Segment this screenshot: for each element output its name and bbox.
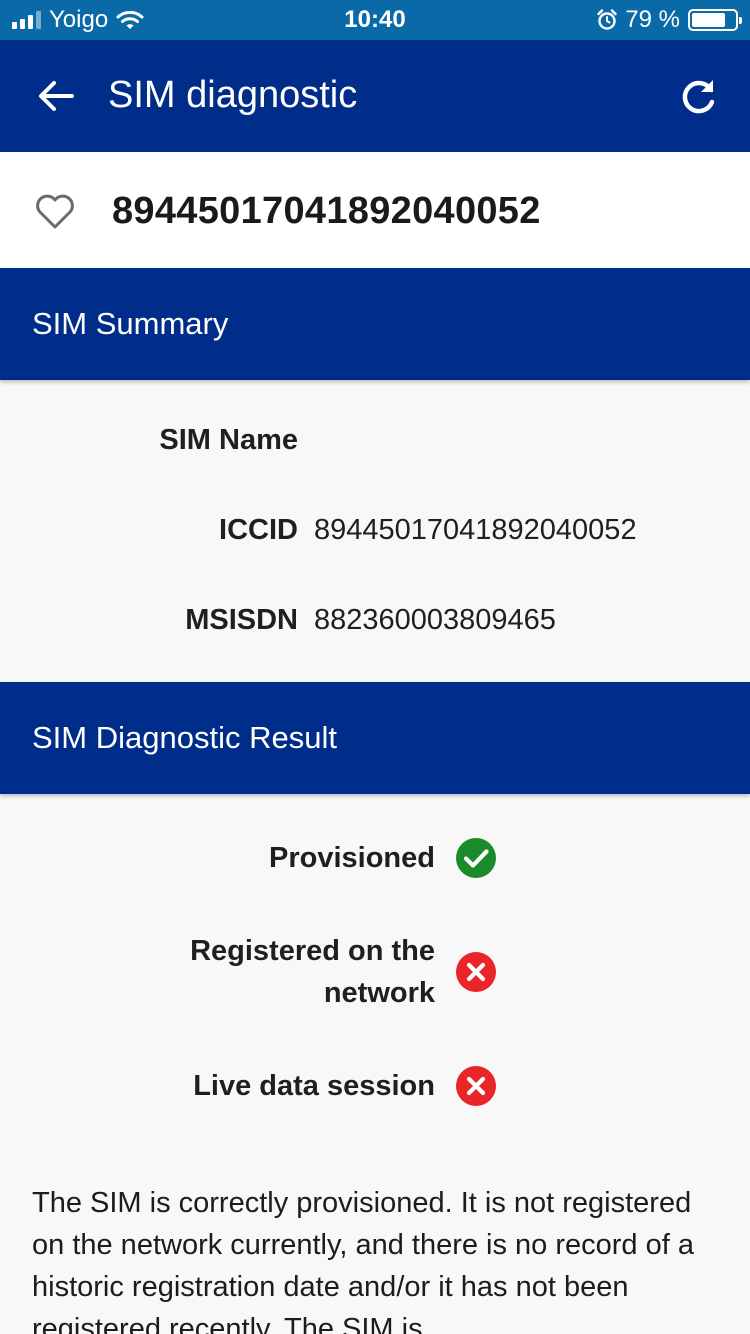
provisioned-label: Provisioned <box>269 842 435 874</box>
battery-icon <box>688 9 742 31</box>
iccid-value: 89445017041892040052 <box>314 514 637 546</box>
status-bar: Yoigo 10:40 79 % <box>0 0 750 40</box>
app-bar: SIM diagnostic <box>0 40 750 152</box>
sim-name-label: SIM Name <box>159 424 298 456</box>
alarm-icon <box>597 9 617 30</box>
heart-outline-icon[interactable] <box>32 188 78 234</box>
diagnostic-description: The SIM is correctly provisioned. It is … <box>32 1187 694 1334</box>
page-title: SIM diagnostic <box>108 74 358 116</box>
live-data-session-label: Live data session <box>193 1070 435 1102</box>
refresh-icon[interactable] <box>674 72 722 120</box>
sim-summary-header: SIM Summary <box>0 268 750 380</box>
check-circle-icon <box>456 838 496 878</box>
registered-label: Registered on the network <box>190 935 435 1009</box>
sim-summary-heading: SIM Summary <box>32 306 229 341</box>
sim-header: 89445017041892040052 <box>0 152 750 268</box>
msisdn-value: 882360003809465 <box>314 604 556 636</box>
iccid-label: ICCID <box>219 514 298 546</box>
diagnostic-result-header: SIM Diagnostic Result <box>0 682 750 794</box>
status-right: 79 % <box>597 6 742 34</box>
battery-level <box>692 13 725 27</box>
battery-percent: 79 % <box>625 6 680 33</box>
x-circle-icon <box>456 952 496 992</box>
msisdn-label: MSISDN <box>185 604 298 636</box>
x-circle-icon <box>456 1066 496 1106</box>
diagnostic-result-heading: SIM Diagnostic Result <box>32 720 337 755</box>
back-arrow-icon[interactable] <box>30 70 82 122</box>
sim-iccid-title: 89445017041892040052 <box>112 190 541 232</box>
